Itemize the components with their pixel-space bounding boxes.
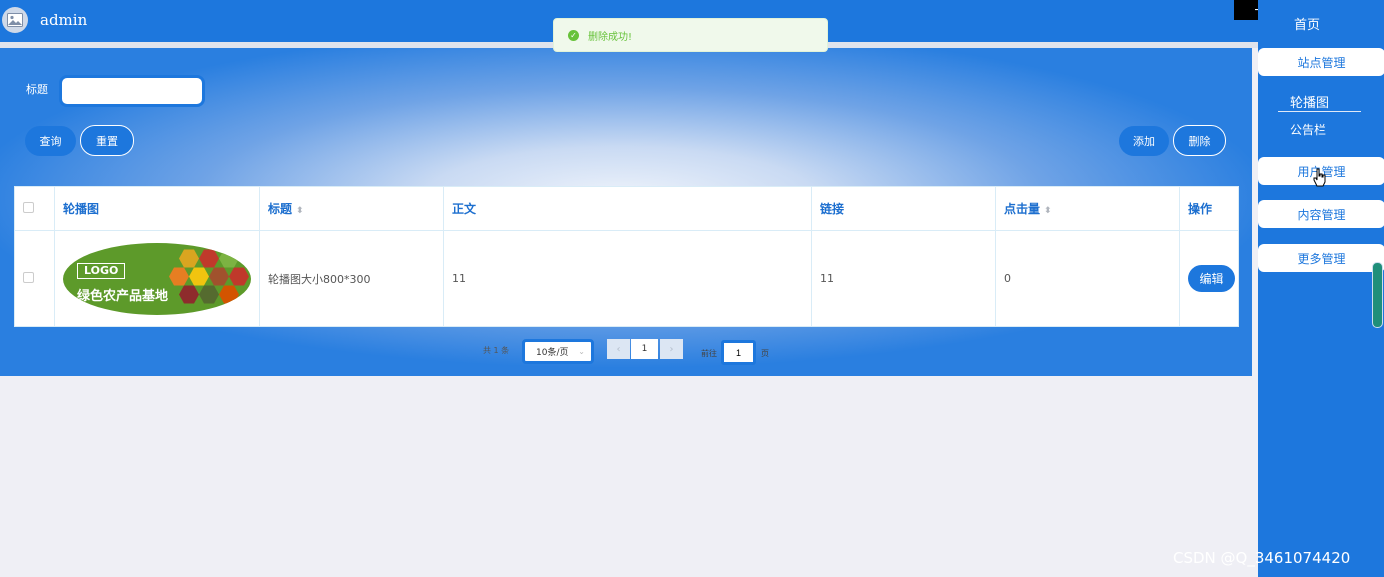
banner-slogan: 绿色农产品基地 xyxy=(77,288,169,304)
sidebar-item-more[interactable]: 更多管理 xyxy=(1258,244,1384,272)
page-size-select[interactable]: 10条/页 ⌄ xyxy=(522,339,594,364)
sort-icon[interactable]: ⬍ xyxy=(296,206,304,216)
sidebar-item-home[interactable]: 首页 xyxy=(1294,14,1320,33)
column-header-actions: 操作 xyxy=(1179,186,1239,231)
column-header-link: 链接 xyxy=(811,186,996,231)
toast-message: 删除成功! xyxy=(588,31,633,43)
produce-tile xyxy=(199,285,219,304)
content-cell: 11 xyxy=(443,230,812,327)
banner-cell: LOGO 绿色农产品基地 xyxy=(54,230,260,327)
produce-tile xyxy=(179,249,199,268)
chevron-right-icon: › xyxy=(669,343,674,355)
page-suffix-label: 页 xyxy=(761,349,769,358)
sidebar-item-site[interactable]: 站点管理 xyxy=(1258,48,1384,76)
produce-tile xyxy=(179,285,199,304)
current-page-button[interactable]: 1 xyxy=(631,339,658,359)
title-search-input[interactable] xyxy=(59,75,205,107)
produce-tile xyxy=(219,249,239,268)
produce-tile xyxy=(189,267,209,286)
next-page-button[interactable]: › xyxy=(660,339,683,359)
banner-table: 轮播图 标题 ⬍ 正文 链接 点击量 ⬍ 操作 LOGO 绿色农产品基地 轮播图… xyxy=(14,186,1239,327)
page-size-value: 10条/页 xyxy=(536,348,569,358)
chevron-left-icon: ‹ xyxy=(616,343,621,355)
clicks-cell: 0 xyxy=(995,230,1180,327)
title-label: 标题 xyxy=(26,83,48,96)
search-button[interactable]: 查询 xyxy=(25,126,76,156)
produce-tile xyxy=(199,249,219,268)
produce-tile xyxy=(219,285,239,304)
avatar[interactable] xyxy=(2,7,28,33)
produce-tile xyxy=(169,267,189,286)
sort-icon[interactable]: ⬍ xyxy=(1044,206,1052,216)
actions-cell: 编辑 xyxy=(1179,230,1239,327)
column-header-content: 正文 xyxy=(443,186,812,231)
hand-cursor-icon xyxy=(1313,168,1326,187)
banner-image: LOGO 绿色农产品基地 xyxy=(63,242,251,315)
pagination-total: 共 1 条 xyxy=(483,346,510,355)
reset-button[interactable]: 重置 xyxy=(80,125,134,156)
select-all-checkbox[interactable] xyxy=(23,201,34,213)
check-circle-icon: ✓ xyxy=(568,29,579,41)
edit-button[interactable]: 编辑 xyxy=(1188,265,1235,292)
column-header-banner: 轮播图 xyxy=(54,186,260,231)
table-header-row: 轮播图 标题 ⬍ 正文 链接 点击量 ⬍ 操作 xyxy=(14,186,1239,231)
add-button[interactable]: 添加 xyxy=(1119,126,1169,156)
title-cell: 轮播图大小800*300 xyxy=(259,230,444,327)
active-underline xyxy=(1278,111,1361,112)
goto-label: 前往 xyxy=(701,349,717,358)
produce-tile xyxy=(209,267,229,286)
select-all-cell xyxy=(14,186,55,231)
username: admin xyxy=(40,11,88,29)
prev-page-button[interactable]: ‹ xyxy=(607,339,630,359)
column-header-clicks-label: 点击量 xyxy=(1004,202,1041,216)
column-header-clicks[interactable]: 点击量 ⬍ xyxy=(995,186,1180,231)
watermark: CSDN @Q_3461074420 xyxy=(1173,549,1351,567)
link-cell: 11 xyxy=(811,230,996,327)
sidebar-scrollbar[interactable] xyxy=(1372,262,1383,328)
row-checkbox[interactable] xyxy=(23,271,34,283)
main-panel: 标题 查询 重置 添加 删除 轮播图 标题 ⬍ 正文 链接 点击量 ⬍ 操作 L… xyxy=(0,48,1252,376)
produce-tile xyxy=(229,267,249,286)
table-row: LOGO 绿色农产品基地 轮播图大小800*300 11 11 0 编辑 xyxy=(14,230,1239,327)
sidebar-item-banner[interactable]: 轮播图 xyxy=(1290,92,1329,111)
chevron-down-icon: ⌄ xyxy=(578,347,585,356)
banner-logo: LOGO xyxy=(77,262,126,279)
column-header-title-label: 标题 xyxy=(268,202,293,216)
goto-page-input[interactable] xyxy=(721,340,756,365)
sidebar-item-notice[interactable]: 公告栏 xyxy=(1290,121,1326,138)
right-sidebar xyxy=(1258,0,1384,577)
success-toast: ✓ 删除成功! xyxy=(553,18,828,52)
image-icon xyxy=(7,13,23,27)
sidebar-item-content[interactable]: 内容管理 xyxy=(1258,200,1384,228)
column-header-title[interactable]: 标题 ⬍ xyxy=(259,186,444,231)
row-select-cell xyxy=(14,230,55,327)
delete-button[interactable]: 删除 xyxy=(1173,125,1226,156)
